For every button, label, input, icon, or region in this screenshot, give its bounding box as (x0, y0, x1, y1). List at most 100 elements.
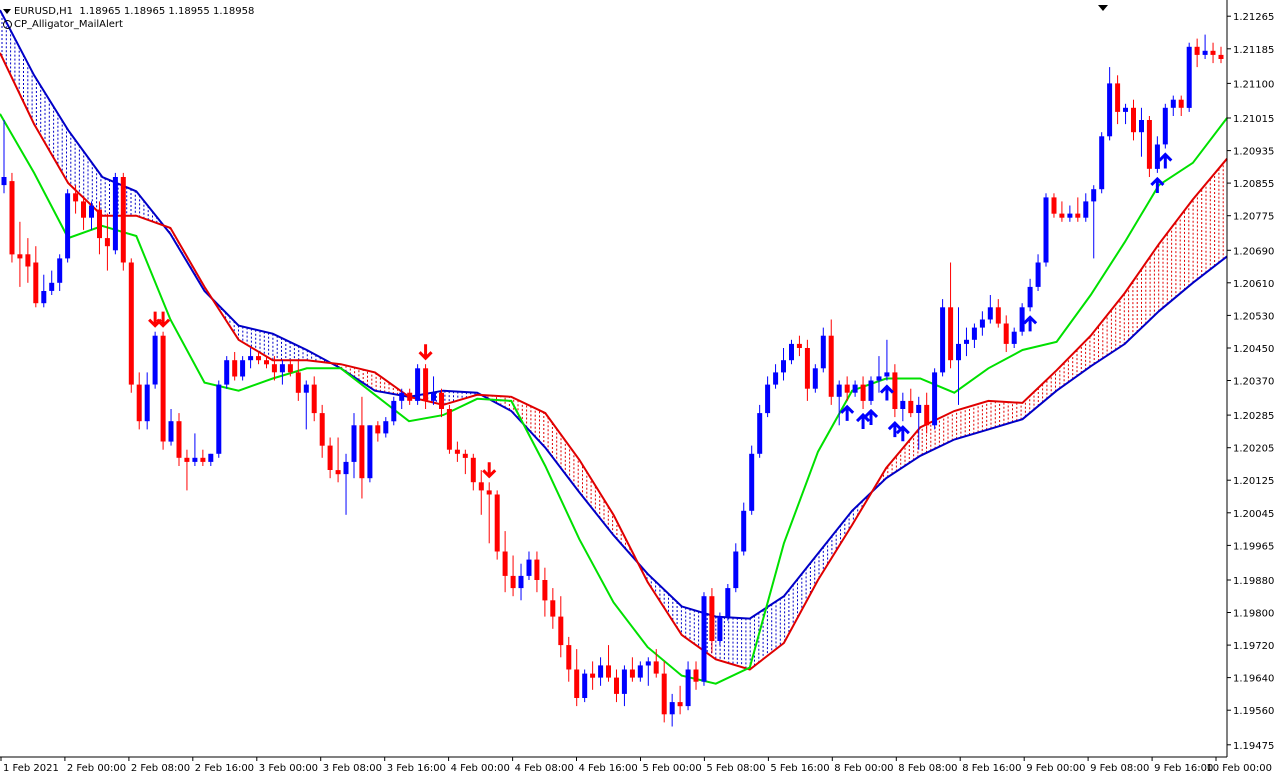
candle-body (446, 409, 452, 450)
candle-body (248, 356, 254, 361)
candle-body (995, 307, 1001, 324)
alligator-jaw-line (0, 9, 1228, 620)
candle-body (97, 209, 102, 239)
candle-body (964, 339, 969, 344)
price-tick-label: 1.20935 (1233, 147, 1274, 158)
price-tick-label: 1.19800 (1233, 609, 1274, 620)
candle-body (598, 665, 604, 678)
candle-body (940, 307, 946, 373)
candle-body (184, 457, 190, 462)
candle-body (606, 665, 611, 678)
buy-arrow-icon (1023, 315, 1038, 332)
candle-body (1139, 120, 1144, 133)
candle-body (773, 372, 779, 385)
candle-body (804, 348, 810, 389)
indicator-settings-icon[interactable] (3, 20, 12, 29)
candle-body (502, 551, 508, 576)
candle-body (836, 384, 842, 397)
candle-body (566, 645, 572, 670)
price-tick-label: 1.19880 (1233, 576, 1274, 587)
time-tick-label: 4 Feb 00:00 (451, 763, 510, 774)
candle-body (574, 669, 580, 698)
axes-layer: 1.21265 1.21185 1.21100 1.21015 1.20935 1.208… (0, 0, 1274, 774)
alligator-lines-layer (0, 9, 1228, 685)
candle-body (987, 307, 993, 320)
candle-body (717, 616, 723, 641)
candle-body (900, 400, 906, 409)
candle-body (884, 372, 890, 377)
candle-body (1123, 107, 1128, 112)
candle-body (558, 616, 564, 646)
candle-body (621, 669, 627, 694)
candle-body (1210, 50, 1216, 55)
chart-menu-triangle-icon[interactable] (3, 9, 11, 14)
price-tick-label: 1.20775 (1233, 212, 1274, 223)
time-tick-label: 4 Feb 16:00 (579, 763, 638, 774)
candle-body (510, 575, 516, 589)
candle-body (765, 384, 771, 414)
candle-body (526, 559, 532, 576)
candle-body (1059, 213, 1065, 218)
candle-body (65, 193, 71, 259)
candle-body (1170, 99, 1176, 108)
signal-arrows-layer (148, 152, 1173, 479)
price-tick-label: 1.21185 (1233, 45, 1274, 56)
buy-arrow-icon (840, 404, 855, 421)
price-tick-label: 1.19640 (1233, 674, 1274, 685)
candle-body (693, 669, 699, 682)
candle-body (486, 490, 492, 495)
candles-layer (1, 34, 1224, 727)
candle-body (383, 421, 389, 434)
price-tick-label: 1.20855 (1233, 179, 1274, 190)
candle-body (462, 453, 468, 458)
chart-shift-marker-icon[interactable] (1098, 5, 1108, 11)
time-tick-label: 2 Feb 16:00 (195, 763, 254, 774)
candle-body (81, 201, 86, 218)
candle-body (343, 461, 349, 475)
candle-body (224, 360, 230, 385)
candle-body (279, 364, 285, 373)
candle-body (152, 335, 158, 385)
candle-body (1154, 144, 1160, 169)
buy-arrow-icon (895, 425, 910, 442)
candle-body (852, 384, 858, 393)
candle-body (327, 445, 333, 470)
candle-body (812, 368, 818, 389)
candle-body (534, 559, 540, 580)
candle-body (1194, 46, 1200, 55)
candle-body (1011, 331, 1017, 344)
chart-container[interactable]: 1.21265 1.21185 1.21100 1.21015 1.20935 1.208… (0, 0, 1275, 779)
candle-body (971, 327, 977, 340)
alligator-teeth-line (0, 52, 1228, 671)
candle-body (1162, 107, 1168, 145)
candle-body (1019, 307, 1025, 332)
time-tick-label: 9 Feb 00:00 (1026, 763, 1085, 774)
candle-body (9, 181, 15, 255)
candle-body (89, 205, 94, 218)
time-tick-label: 3 Feb 00:00 (259, 763, 318, 774)
candle-body (399, 392, 405, 401)
chart-plot[interactable]: 1.21265 1.21185 1.21100 1.21015 1.20935 1.208… (0, 0, 1275, 779)
candle-body (415, 368, 421, 401)
candle-body (1043, 197, 1049, 263)
candle-body (1099, 136, 1105, 190)
candle-body (844, 384, 850, 393)
candle-body (733, 551, 739, 589)
candle-body (303, 384, 309, 393)
candle-body (160, 335, 166, 442)
candle-body (789, 343, 794, 361)
candle-body (112, 177, 118, 251)
price-tick-label: 1.20450 (1233, 344, 1274, 355)
candle-body (176, 421, 182, 458)
candle-body (439, 392, 444, 409)
price-tick-label: 1.20530 (1233, 311, 1274, 322)
candle-body (256, 356, 261, 361)
candle-body (932, 372, 938, 426)
candle-body (709, 596, 715, 641)
candle-body (1202, 50, 1208, 55)
candle-body (749, 453, 755, 511)
time-tick-label: 3 Feb 16:00 (387, 763, 446, 774)
candle-body (916, 404, 922, 413)
candle-body (57, 258, 63, 283)
candle-body (741, 510, 747, 552)
